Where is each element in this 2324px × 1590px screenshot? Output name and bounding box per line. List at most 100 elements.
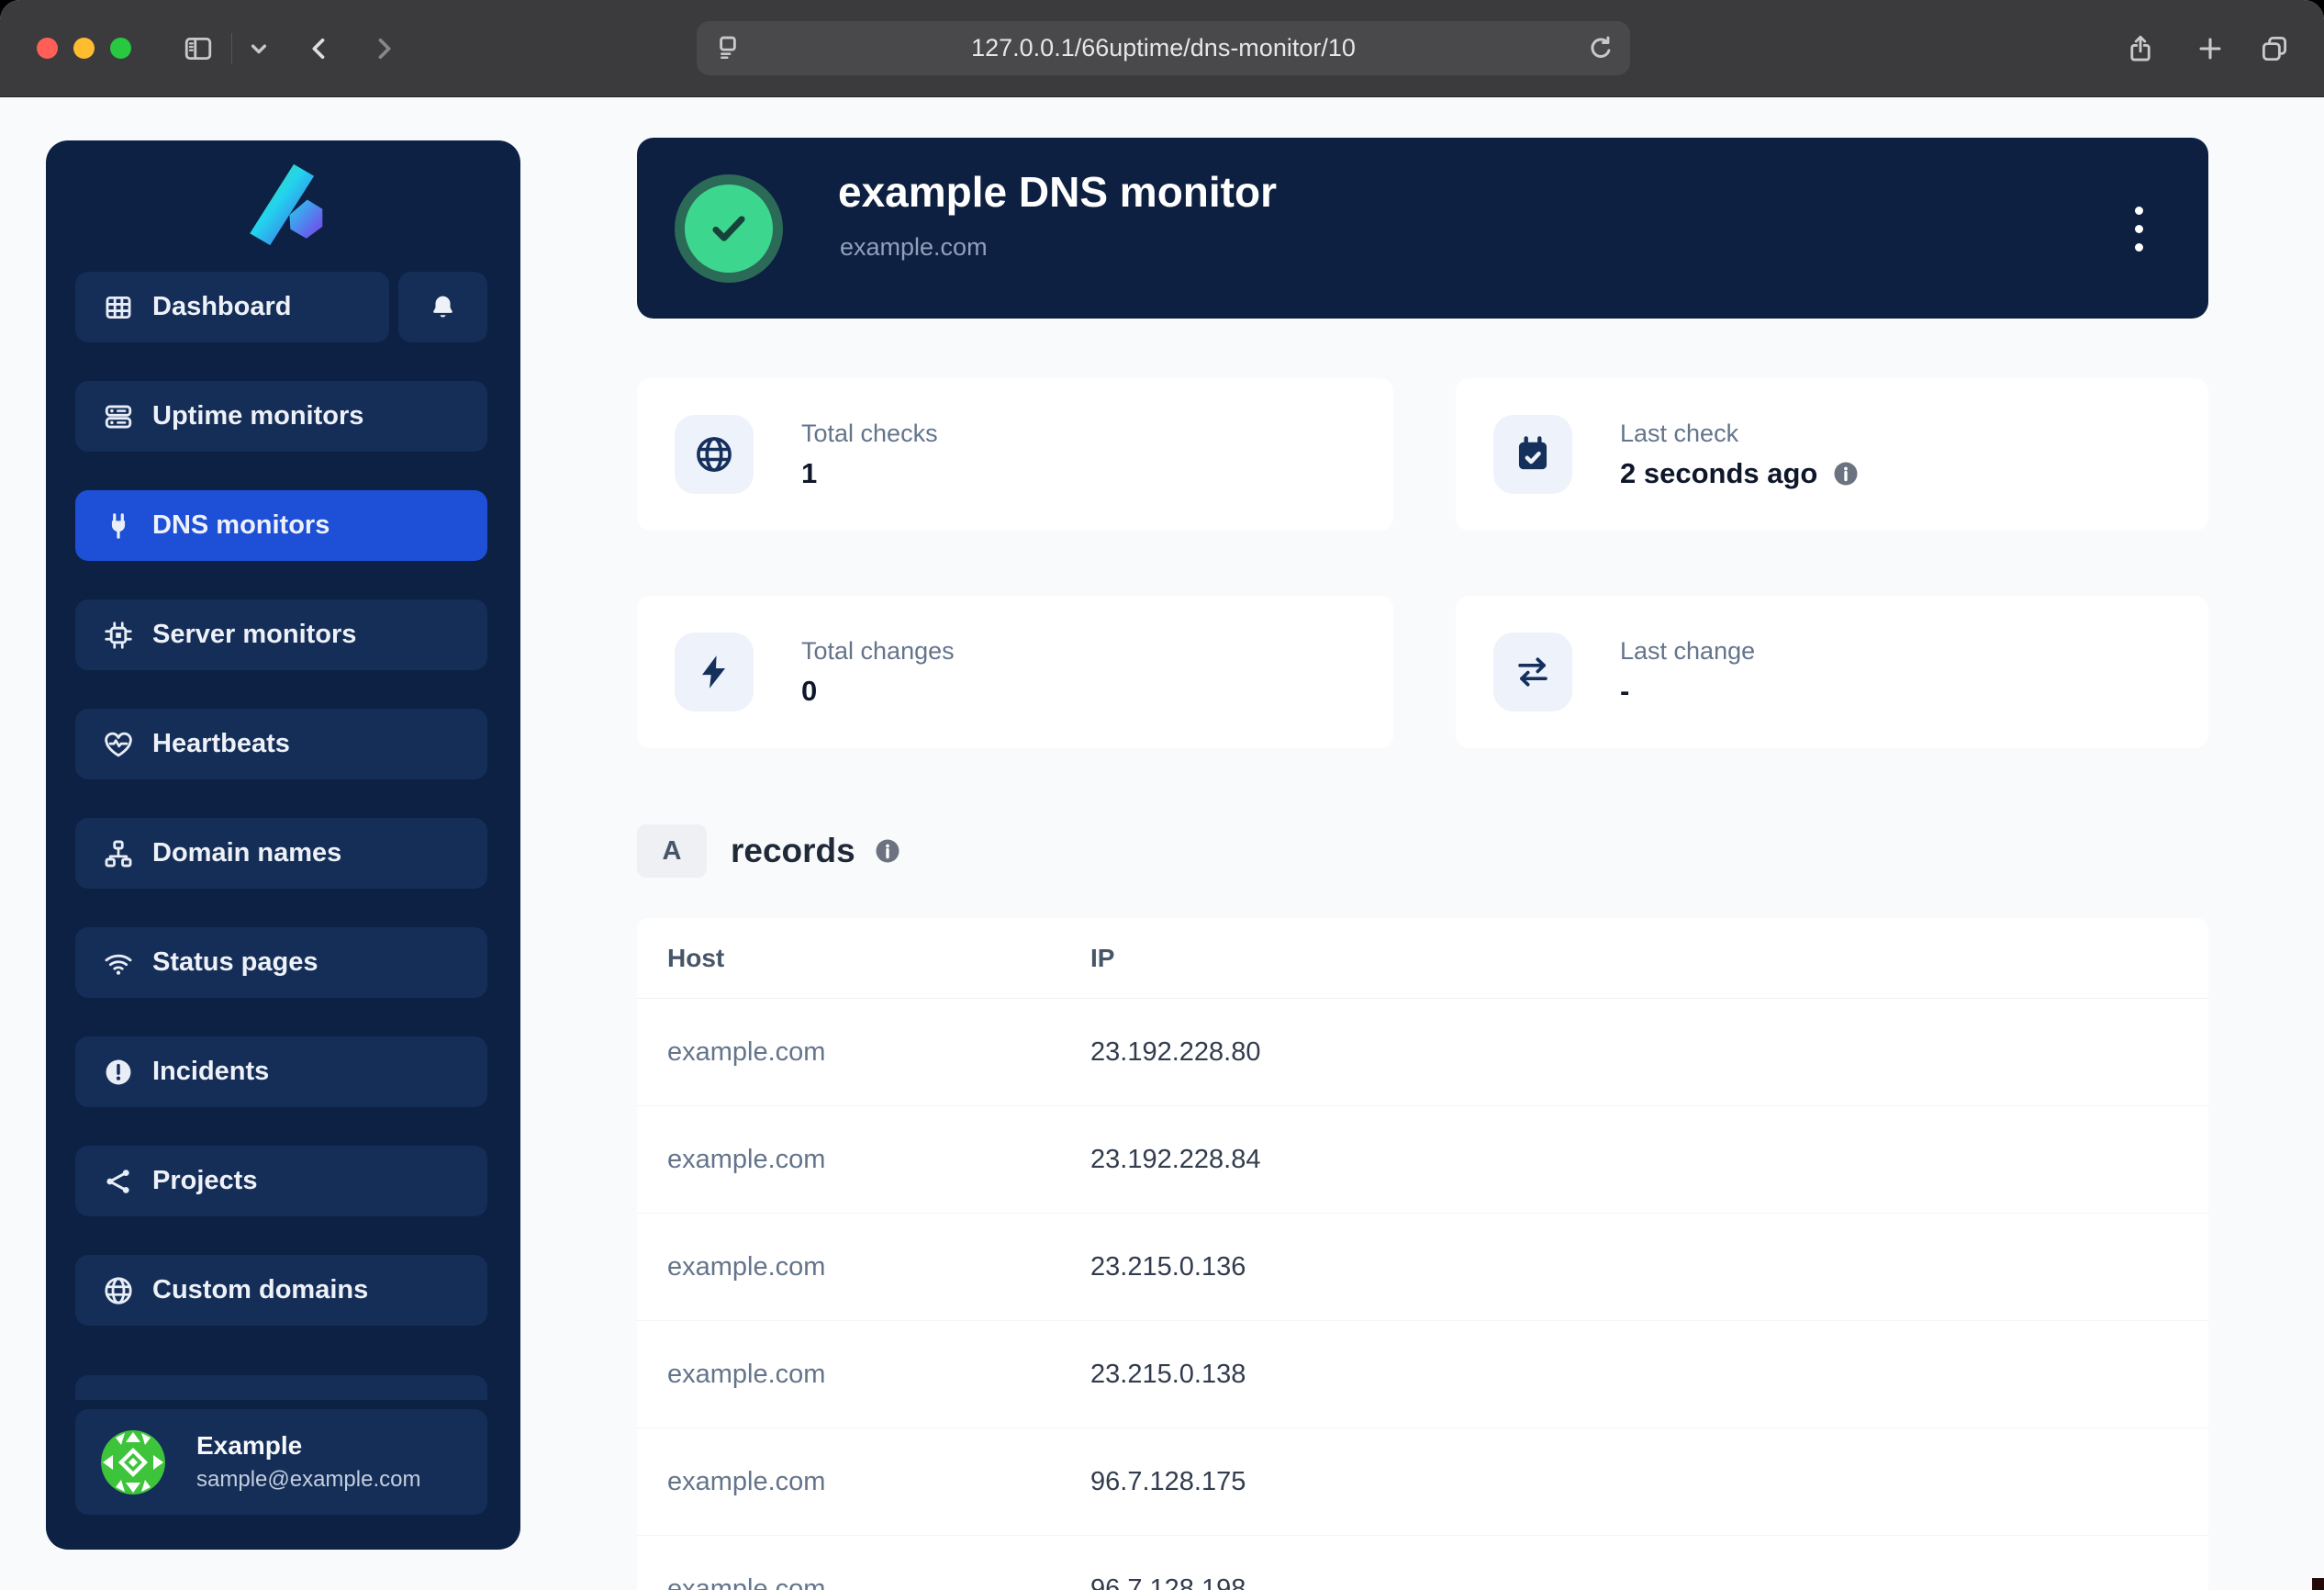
stat-icon-tile bbox=[675, 633, 754, 711]
stat-value: - bbox=[1620, 675, 1629, 708]
table-row: example.com23.215.0.136 bbox=[637, 1214, 2208, 1321]
sidebar-item-label: Status pages bbox=[152, 947, 318, 978]
sidebar-item-projects[interactable]: Projects bbox=[75, 1146, 487, 1216]
sitemap-icon bbox=[103, 838, 134, 869]
monitor-hostname: example.com bbox=[840, 233, 988, 262]
stat-value: 0 bbox=[801, 675, 817, 708]
sidebar: Dashboard Uptime monitors DNS monitors Serv… bbox=[46, 140, 520, 1550]
host-cell: example.com bbox=[637, 1536, 1060, 1590]
grid-icon bbox=[103, 292, 134, 323]
globe-icon bbox=[103, 1275, 134, 1306]
address-bar[interactable]: 127.0.0.1/66uptime/dns-monitor/10 bbox=[697, 21, 1630, 75]
sidebar-item-label: Dashboard bbox=[152, 292, 291, 322]
records-table: HostIP example.com23.192.228.80example.c… bbox=[637, 918, 2208, 1590]
ip-cell: 96.7.128.175 bbox=[1060, 1428, 2208, 1536]
notifications-button[interactable] bbox=[398, 272, 487, 342]
stat-card-last-check: Last check 2 seconds ago bbox=[1456, 378, 2208, 531]
share-nodes-icon bbox=[103, 1166, 134, 1197]
page-settings-icon[interactable] bbox=[709, 30, 746, 67]
bell-icon bbox=[429, 293, 457, 321]
host-cell: example.com bbox=[637, 999, 1060, 1106]
window-controls bbox=[37, 38, 131, 59]
status-up-icon bbox=[675, 174, 783, 283]
stat-label: Last change bbox=[1620, 637, 1755, 666]
stat-icon-tile bbox=[1493, 633, 1572, 711]
record-type-badge: A bbox=[637, 824, 707, 878]
stat-label: Total changes bbox=[801, 637, 955, 666]
sidebar-item-incidents[interactable]: Incidents bbox=[75, 1036, 487, 1107]
info-icon[interactable] bbox=[874, 837, 901, 865]
sidebar-item-custom-domains[interactable]: Custom domains bbox=[75, 1255, 487, 1326]
host-cell: example.com bbox=[637, 1321, 1060, 1428]
plug-icon bbox=[103, 510, 134, 542]
stat-label: Total checks bbox=[801, 420, 938, 448]
page-title: example DNS monitor bbox=[838, 167, 1277, 217]
records-heading: A records bbox=[637, 824, 901, 878]
stat-card-last-change: Last change - bbox=[1456, 596, 2208, 748]
ip-cell: 23.192.228.84 bbox=[1060, 1106, 2208, 1214]
back-button[interactable] bbox=[301, 30, 338, 67]
stats-grid: Total checks 1 Last check 2 seconds ago Tota… bbox=[637, 378, 2208, 748]
close-window-button[interactable] bbox=[37, 38, 58, 59]
sidebar-item-label: Custom domains bbox=[152, 1275, 368, 1305]
host-cell: example.com bbox=[637, 1428, 1060, 1536]
forward-button[interactable] bbox=[365, 30, 402, 67]
share-icon[interactable] bbox=[2122, 30, 2159, 67]
minimize-window-button[interactable] bbox=[73, 38, 95, 59]
stat-value: 2 seconds ago bbox=[1620, 457, 1817, 490]
stat-value: 1 bbox=[801, 457, 817, 490]
table-row: example.com23.192.228.84 bbox=[637, 1106, 2208, 1214]
url-text[interactable]: 127.0.0.1/66uptime/dns-monitor/10 bbox=[697, 34, 1630, 62]
sidebar-item-label: Uptime monitors bbox=[152, 401, 363, 431]
tab-overview-icon[interactable] bbox=[2256, 30, 2293, 67]
records-table-card: HostIP example.com23.192.228.80example.c… bbox=[637, 918, 2208, 1590]
sidebar-item-domain-names[interactable]: Domain names bbox=[75, 818, 487, 889]
user-card[interactable]: Example sample@example.com bbox=[75, 1409, 487, 1515]
reload-icon[interactable] bbox=[1582, 30, 1619, 67]
maximize-window-button[interactable] bbox=[110, 38, 131, 59]
stat-label: Last check bbox=[1620, 420, 1860, 448]
sidebar-toggle-icon[interactable] bbox=[180, 30, 217, 67]
kebab-menu-button[interactable] bbox=[2113, 198, 2164, 259]
new-tab-icon[interactable] bbox=[2192, 30, 2229, 67]
arrows-swap-icon bbox=[1513, 652, 1553, 692]
user-name: Example bbox=[196, 1431, 420, 1461]
ip-cell: 23.192.228.80 bbox=[1060, 999, 2208, 1106]
host-cell: example.com bbox=[637, 1214, 1060, 1321]
info-icon[interactable] bbox=[1832, 460, 1860, 487]
sidebar-item-partial[interactable] bbox=[75, 1375, 487, 1400]
ip-cell: 23.215.0.138 bbox=[1060, 1321, 2208, 1428]
server-stack-icon bbox=[103, 401, 134, 432]
sidebar-item-status-pages[interactable]: Status pages bbox=[75, 927, 487, 998]
sidebar-item-dashboard[interactable]: Dashboard bbox=[75, 272, 389, 342]
ip-cell: 23.215.0.136 bbox=[1060, 1214, 2208, 1321]
chevron-down-icon[interactable] bbox=[240, 30, 277, 67]
sidebar-item-uptime-monitors[interactable]: Uptime monitors bbox=[75, 381, 487, 452]
table-row: example.com23.192.228.80 bbox=[637, 999, 2208, 1106]
sidebar-item-heartbeats[interactable]: Heartbeats bbox=[75, 709, 487, 779]
heart-pulse-icon bbox=[103, 729, 134, 760]
sidebar-item-dns-monitors[interactable]: DNS monitors bbox=[75, 490, 487, 561]
table-row: example.com23.215.0.138 bbox=[637, 1321, 2208, 1428]
ip-cell: 96.7.128.198 bbox=[1060, 1536, 2208, 1590]
avatar bbox=[101, 1430, 165, 1495]
globe-icon bbox=[694, 434, 734, 475]
toolbar-divider bbox=[231, 33, 232, 64]
app-logo-icon bbox=[241, 162, 326, 247]
browser-toolbar: 127.0.0.1/66uptime/dns-monitor/10 bbox=[0, 0, 2324, 97]
sidebar-item-server-monitors[interactable]: Server monitors bbox=[75, 599, 487, 670]
stat-card-total-checks: Total checks 1 bbox=[637, 378, 1393, 531]
sidebar-item-label: Projects bbox=[152, 1166, 257, 1196]
sidebar-item-label: Incidents bbox=[152, 1057, 269, 1087]
host-cell: example.com bbox=[637, 1106, 1060, 1214]
sidebar-item-label: Server monitors bbox=[152, 620, 356, 650]
sidebar-nav: Dashboard Uptime monitors DNS monitors Serv… bbox=[75, 272, 487, 1364]
table-row: example.com96.7.128.198 bbox=[637, 1536, 2208, 1590]
column-header-ip: IP bbox=[1060, 918, 2208, 999]
calendar-check-icon bbox=[1513, 434, 1553, 475]
sidebar-item-label: Domain names bbox=[152, 838, 341, 868]
monitor-header-card: example DNS monitor example.com bbox=[637, 138, 2208, 319]
browser-window: 127.0.0.1/66uptime/dns-monitor/10 bbox=[0, 0, 2324, 1590]
sidebar-item-label: DNS monitors bbox=[152, 510, 330, 541]
wifi-icon bbox=[103, 947, 134, 979]
